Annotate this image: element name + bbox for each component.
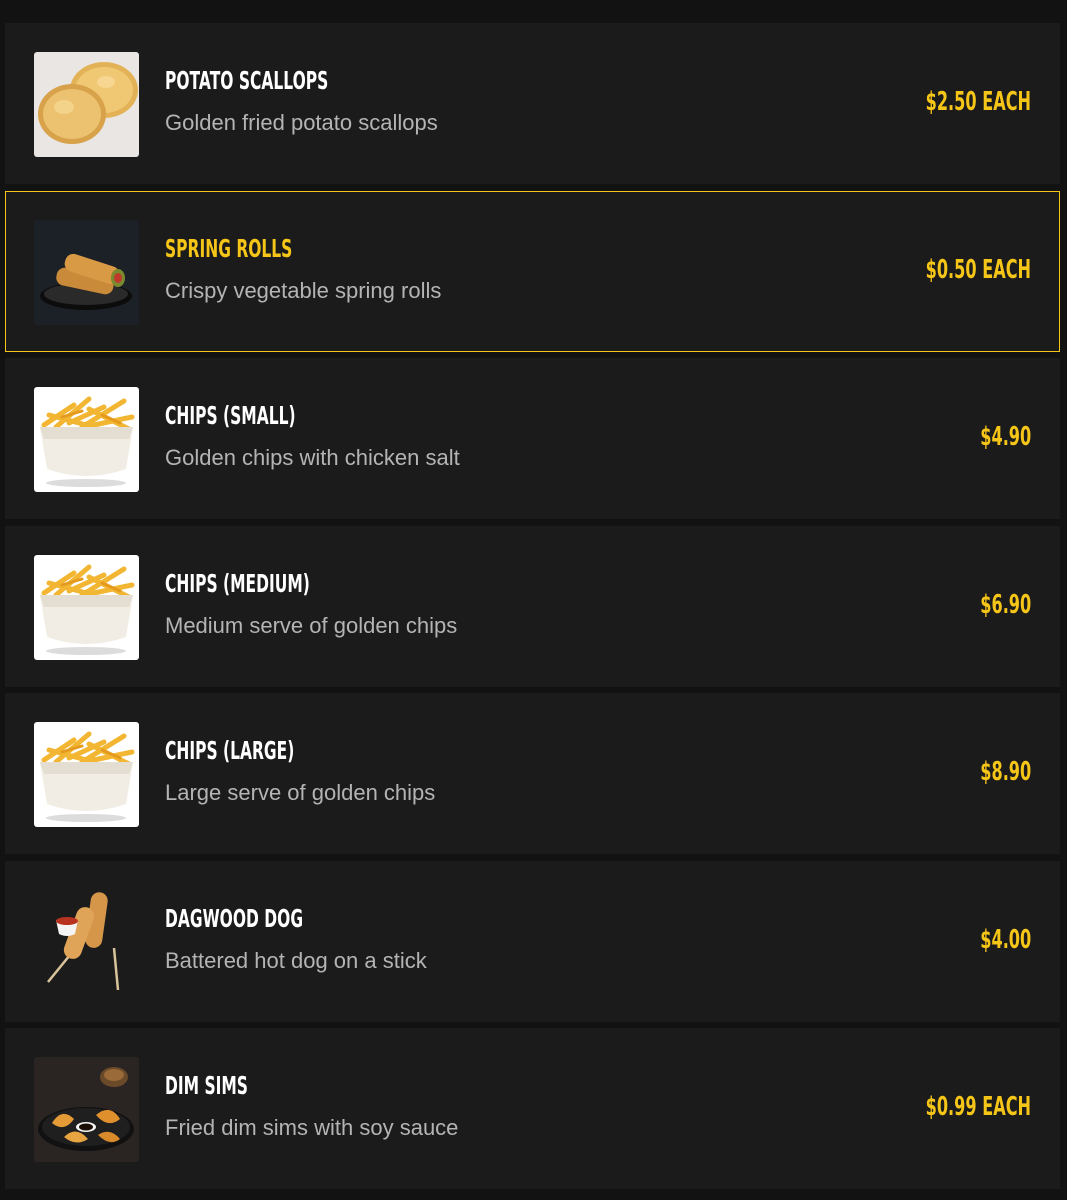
- item-description: Medium serve of golden chips: [165, 612, 458, 638]
- item-description: Fried dim sims with soy sauce: [165, 1115, 459, 1140]
- menu-item-chips-small[interactable]: CHIPS (SMALL) Golden chips with chicken …: [5, 358, 1060, 519]
- item-name: CHIPS (MEDIUM): [165, 568, 310, 598]
- dim-sims-photo: [34, 1057, 139, 1162]
- item-description: Crispy vegetable spring rolls: [165, 277, 442, 303]
- chips-photo: [34, 554, 139, 660]
- item-price: $2.50 EACH: [925, 87, 1031, 117]
- item-price: $4.00: [980, 924, 1031, 955]
- item-name: SPRING ROLLS: [165, 233, 293, 263]
- menu-item-potato-scallops[interactable]: POTATO SCALLOPS Golden fried potato scal…: [5, 23, 1060, 184]
- item-name: DAGWOOD DOG: [165, 903, 304, 933]
- item-name: CHIPS (LARGE): [165, 736, 295, 765]
- spring-rolls-photo: [34, 219, 139, 325]
- item-price: $6.90: [980, 589, 1031, 620]
- dagwood-dog-photo: [34, 889, 139, 995]
- item-price: $8.90: [980, 757, 1031, 787]
- menu-item-dim-sims[interactable]: DIM SIMS Fried dim sims with soy sauce $…: [5, 1028, 1060, 1189]
- menu-item-chips-medium[interactable]: CHIPS (MEDIUM) Medium serve of golden ch…: [5, 525, 1060, 687]
- item-name: CHIPS (SMALL): [165, 401, 296, 430]
- menu-item-chips-large[interactable]: CHIPS (LARGE) Large serve of golden chip…: [5, 693, 1060, 854]
- menu-item-dagwood-dog[interactable]: DAGWOOD DOG Battered hot dog on a stick …: [5, 860, 1060, 1022]
- item-price: $0.50 EACH: [925, 254, 1031, 285]
- chips-photo: [34, 722, 139, 827]
- item-description: Battered hot dog on a stick: [165, 947, 427, 973]
- menu-list: POTATO SCALLOPS Golden fried potato scal…: [5, 23, 1060, 1196]
- potato-scallops-photo: [34, 52, 139, 157]
- item-name: POTATO SCALLOPS: [165, 66, 329, 95]
- chips-photo: [34, 387, 139, 492]
- item-description: Golden fried potato scallops: [165, 110, 438, 135]
- item-price: $0.99 EACH: [925, 1092, 1031, 1122]
- item-description: Golden chips with chicken salt: [165, 445, 460, 470]
- menu-item-spring-rolls[interactable]: SPRING ROLLS Crispy vegetable spring rol…: [5, 190, 1060, 352]
- item-description: Large serve of golden chips: [165, 780, 436, 805]
- item-name: DIM SIMS: [165, 1071, 248, 1100]
- item-price: $4.90: [980, 422, 1031, 452]
